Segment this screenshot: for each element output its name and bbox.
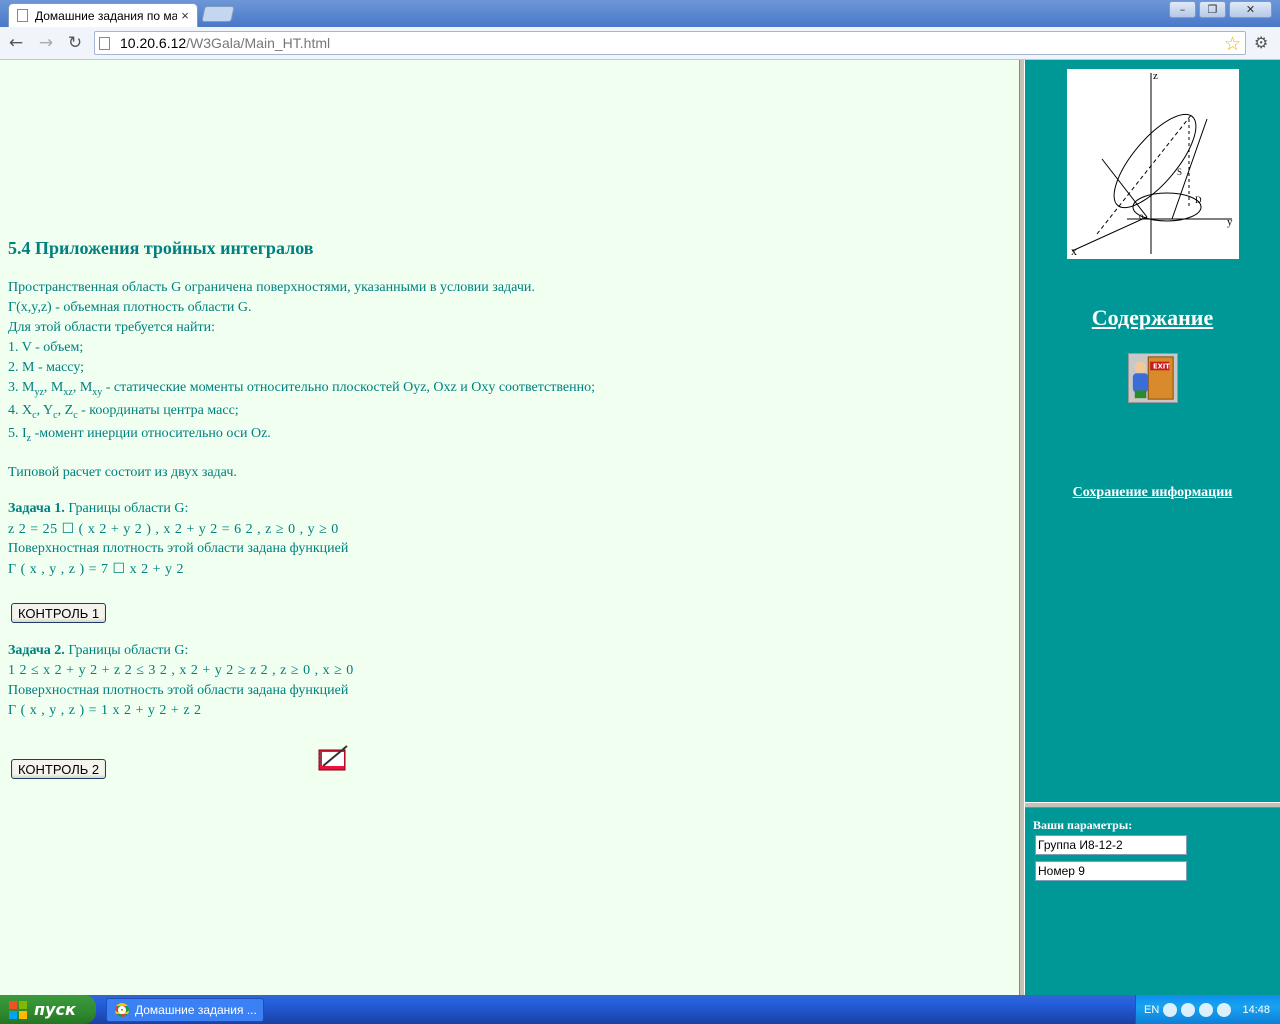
text: - координаты центра масс; — [77, 403, 239, 418]
browser-toolbar: ← → ↻ 10.20.6.12 /W3Gala/Main_HT.html ☆ … — [0, 27, 1280, 60]
axis-y-label: y — [1227, 216, 1233, 228]
contents-link[interactable]: Содержание — [1025, 305, 1280, 331]
region-d-label: D — [1195, 195, 1202, 205]
surface-s-label: S — [1177, 167, 1182, 177]
intro-line: Г(x,y,z) - объемная плотность области G. — [8, 300, 252, 315]
origin-label: o — [1139, 211, 1144, 221]
tab-title: Домашние задания по мате — [35, 8, 177, 23]
list-item-static-moments: 3. Myz, Mxz, Mxy - статические моменты о… — [8, 380, 595, 398]
summary-text: Типовой расчет состоит из двух задач. — [8, 465, 237, 480]
task2-heading: Задача 2. Границы области G: — [8, 643, 188, 659]
close-button[interactable]: ✕ — [1229, 1, 1272, 18]
tray-vm-icon[interactable] — [1217, 1002, 1232, 1017]
browser-titlebar: Домашние задания по мате × – ❐ ✕ — [0, 0, 1280, 27]
list-item-inertia: 5. Iz -момент инерции относительно оси O… — [8, 426, 271, 444]
text: Границы области G: — [64, 501, 189, 516]
params-label: Ваши параметры: — [1033, 818, 1133, 832]
task2-equation: 1 2 ≤ x 2 + y 2 + z 2 ≤ 3 2 , x 2 + y 2 … — [8, 663, 354, 678]
tray-security-icon[interactable] — [1199, 1002, 1214, 1017]
integral-region-illustration: z y x o D S — [1067, 69, 1239, 259]
text: , M — [72, 380, 93, 395]
task2-label: Задача 2. — [8, 643, 65, 658]
subscript: yz — [34, 386, 44, 398]
taskbar-item-label: Домашние задания ... — [135, 1003, 257, 1017]
params-frame: Ваши параметры: Группа И8-12-2 Номер 9 — [1025, 808, 1280, 995]
text: - статические моменты относительно плоск… — [102, 380, 595, 395]
main-frame: 5.4 Приложения тройных интегралов Простр… — [0, 60, 1019, 995]
text: , M — [43, 380, 64, 395]
taskbar: пуск Домашние задания ... EN 14:48 — [0, 995, 1280, 1024]
taskbar-item-browser[interactable]: Домашние задания ... — [106, 998, 264, 1022]
start-label: пуск — [34, 1000, 76, 1019]
tray-arrow-icon[interactable] — [1163, 1002, 1178, 1017]
text: 5. I — [8, 426, 27, 441]
text: , Z — [57, 403, 74, 418]
list-item-volume: 1. V - объем; — [8, 340, 84, 355]
url-host: 10.20.6.12 — [120, 35, 187, 51]
subscript: xz — [63, 386, 73, 398]
address-bar[interactable]: 10.20.6.12 /W3Gala/Main_HT.html ☆ — [94, 31, 1246, 55]
back-icon[interactable]: ← — [4, 32, 28, 54]
text: 3. M — [8, 380, 35, 395]
exit-sign-text: EXIT — [1153, 362, 1170, 370]
axis-z-label: z — [1153, 70, 1158, 82]
reload-icon[interactable]: ↻ — [63, 32, 87, 54]
chrome-icon — [115, 1003, 129, 1017]
bookmark-star-icon[interactable]: ☆ — [1224, 33, 1241, 56]
intro-line: Пространственная область G ограничена по… — [8, 280, 535, 295]
sidebar-frame: z y x o D S Содержание EXIT Сохранение и… — [1025, 60, 1280, 802]
page-icon — [17, 9, 28, 22]
edit-notepad-icon[interactable] — [317, 742, 351, 774]
list-item-mass: 2. M - массу; — [8, 360, 85, 375]
exit-door-icon[interactable]: EXIT — [1128, 353, 1178, 403]
number-field[interactable]: Номер 9 — [1035, 861, 1187, 881]
text: 4. X — [8, 403, 33, 418]
tray-network-icon[interactable] — [1181, 1002, 1196, 1017]
list-item-center-of-mass: 4. Xc, Yc, Zc - координаты центра масс; — [8, 403, 239, 421]
task2-density: Г ( x , y , z ) = 1 x 2 + y 2 + z 2 — [8, 703, 202, 718]
restore-button[interactable]: ❐ — [1199, 1, 1226, 18]
task1-density: Г ( x , y , z ) = 7 ☐ x 2 + y 2 — [8, 562, 184, 577]
control1-button[interactable]: КОНТРОЛЬ 1 — [11, 603, 107, 623]
control2-button[interactable]: КОНТРОЛЬ 2 — [11, 759, 107, 779]
minimize-button[interactable]: – — [1169, 1, 1196, 18]
system-tray: EN 14:48 — [1135, 995, 1280, 1024]
task1-label: Задача 1. — [8, 501, 65, 516]
task2-density-text: Поверхностная плотность этой области зад… — [8, 683, 349, 698]
page-icon — [99, 36, 110, 50]
new-tab-button[interactable] — [201, 6, 235, 22]
start-button[interactable]: пуск — [0, 995, 96, 1024]
task1-density-text: Поверхностная плотность этой области зад… — [8, 541, 349, 556]
task1-equation: z 2 = 25 ☐ ( x 2 + y 2 ) , x 2 + y 2 = 6… — [8, 522, 339, 537]
url-path: /W3Gala/Main_HT.html — [186, 35, 331, 51]
clock: 14:48 — [1242, 1003, 1270, 1016]
settings-wrench-icon[interactable]: ⚙ — [1254, 33, 1268, 52]
forward-icon[interactable]: → — [34, 32, 58, 54]
save-info-link[interactable]: Сохранение информации — [1025, 485, 1280, 501]
windows-logo-icon — [9, 1000, 27, 1019]
text: , Y — [36, 403, 54, 418]
window-controls: – ❐ ✕ — [1169, 1, 1272, 18]
browser-tab[interactable]: Домашние задания по мате × — [8, 3, 198, 27]
page-title: 5.4 Приложения тройных интегралов — [8, 238, 314, 258]
axis-x-label: x — [1071, 244, 1077, 258]
text: Границы области G: — [64, 643, 189, 658]
subscript: xy — [92, 386, 103, 398]
group-field[interactable]: Группа И8-12-2 — [1035, 835, 1187, 855]
intro-line: Для этой области требуется найти: — [8, 320, 215, 335]
task1-heading: Задача 1. Границы области G: — [8, 501, 188, 517]
text: -момент инерции относительно оси Oz. — [31, 426, 271, 441]
tab-close-icon[interactable]: × — [177, 8, 193, 23]
language-indicator[interactable]: EN — [1144, 1004, 1159, 1016]
